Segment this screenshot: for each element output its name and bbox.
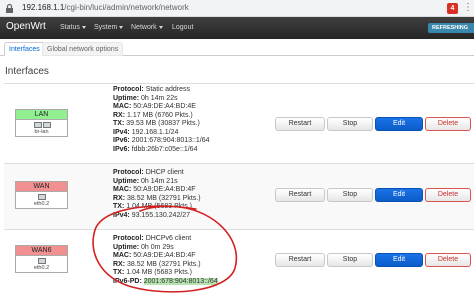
status-line: RX: 38.52 MB (32791 Pkts.) (113, 194, 201, 202)
status-line: Uptime: 0h 0m 29s (113, 243, 174, 251)
extension-badge-icon[interactable]: 4 (447, 3, 458, 14)
ethernet-port-icon (38, 194, 46, 200)
interface-status-lan: Protocol: Static address Uptime: 0h 14m … (113, 86, 210, 154)
nav-logout[interactable]: Logout (172, 24, 193, 31)
chevron-down-icon (119, 25, 124, 29)
nav-status-label: Status (60, 24, 80, 31)
wifi-port-icon (43, 122, 51, 128)
tab-interfaces[interactable]: Interfaces (4, 42, 45, 56)
url-text[interactable]: 192.168.1.1/cgi-bin/luci/admin/network/n… (22, 3, 189, 12)
interface-device: br-lan (34, 129, 49, 135)
nav-network[interactable]: Network (131, 24, 163, 31)
stop-button[interactable]: Stop (327, 188, 373, 202)
lock-icon (6, 3, 13, 13)
interface-name: LAN (16, 110, 67, 120)
status-line: TX: 1.04 MB (5683 Pkts.) (113, 269, 192, 276)
stop-button[interactable]: Stop (327, 117, 373, 131)
interface-row-wan: WAN eth0.2 Protocol: DHCP client Uptime:… (4, 163, 474, 229)
nav-network-label: Network (131, 24, 157, 31)
interface-badge-lan: LAN br-lan (15, 109, 68, 137)
browser-menu-icon[interactable]: ⋮ (463, 2, 473, 15)
tab-global-network-options[interactable]: Global network options (42, 42, 124, 56)
status-line: MAC: 50:A9:DE:A4:BD:4E (113, 103, 196, 110)
edit-button[interactable]: Edit (375, 253, 423, 267)
interface-row-lan: LAN br-lan Protocol: Static address Upti… (4, 83, 474, 162)
edit-button[interactable]: Edit (375, 188, 423, 202)
nav-system[interactable]: System (94, 24, 124, 31)
restart-button[interactable]: Restart (275, 188, 325, 202)
interface-status-wan6: Protocol: DHCPv6 client Uptime: 0h 0m 29… (113, 235, 218, 286)
page-title: Interfaces (5, 66, 49, 77)
interface-device: eth0.2 (33, 265, 50, 271)
status-line: RX: 1.17 MB (6760 Pkts.) (113, 111, 193, 119)
ethernet-port-icon (38, 258, 46, 264)
interface-name: WAN6 (16, 246, 67, 256)
status-line: IPv4: 192.168.1.1/24 (113, 128, 179, 136)
interface-row-wan6: WAN6 eth0.2 Protocol: DHCPv6 client Upti… (4, 229, 474, 297)
status-line: IPv6: fdbb:26b7:c05e::1/64 (113, 145, 198, 153)
interface-badge-wan: WAN eth0.2 (15, 181, 68, 209)
ethernet-port-icon (34, 122, 42, 128)
status-line: IPv6-PD: 2001:678:904:8013::/64 (113, 277, 218, 285)
status-line: Protocol: DHCPv6 client (113, 235, 192, 242)
delete-button[interactable]: Delete (425, 188, 471, 202)
url-path: /cgi-bin/luci/admin/network/network (64, 3, 189, 12)
browser-address-bar[interactable]: 192.168.1.1/cgi-bin/luci/admin/network/n… (0, 0, 474, 17)
delete-button[interactable]: Delete (425, 117, 471, 131)
status-line: MAC: 50:A9:DE:A4:BD:4F (113, 252, 196, 259)
status-line: RX: 38.52 MB (32791 Pkts.) (113, 260, 201, 268)
status-line: IPv6: 2001:678:904:8013::1/64 (113, 137, 210, 144)
brand-logo[interactable]: OpenWrt (6, 21, 46, 32)
chevron-down-icon (81, 25, 86, 29)
status-line: TX: 39.53 MB (30837 Pkts.) (113, 120, 200, 127)
status-line: TX: 1.04 MB (5683 Pkts.) (113, 203, 192, 210)
delete-button[interactable]: Delete (425, 253, 471, 267)
nav-status[interactable]: Status (60, 24, 86, 31)
ipv6-pd-value: 2001:678:904:8013::/64 (143, 277, 218, 285)
top-navbar: OpenWrt Status System Network Logout REF… (0, 17, 474, 39)
stop-button[interactable]: Stop (327, 253, 373, 267)
status-line: Uptime: 0h 14m 21s (113, 177, 178, 185)
edit-button[interactable]: Edit (375, 117, 423, 131)
status-line: IPv4: 93.155.130.242/27 (113, 211, 191, 219)
url-host: 192.168.1.1 (22, 3, 65, 12)
refresh-status-badge[interactable]: REFRESHING (428, 23, 474, 33)
restart-button[interactable]: Restart (275, 117, 325, 131)
interface-badge-wan6: WAN6 eth0.2 (15, 245, 68, 273)
status-line: Protocol: Static address (113, 86, 191, 93)
status-line: Uptime: 0h 14m 22s (113, 94, 178, 102)
status-line: MAC: 50:A9:DE:A4:BD:4F (113, 186, 196, 193)
status-line: Protocol: DHCP client (113, 169, 184, 176)
interface-status-wan: Protocol: DHCP client Uptime: 0h 14m 21s… (113, 169, 201, 220)
chevron-down-icon (158, 25, 163, 29)
tab-bar: Interfaces Global network options (0, 39, 474, 56)
interface-device: eth0.2 (33, 201, 50, 207)
restart-button[interactable]: Restart (275, 253, 325, 267)
interface-name: WAN (16, 182, 67, 192)
nav-system-label: System (94, 24, 118, 31)
